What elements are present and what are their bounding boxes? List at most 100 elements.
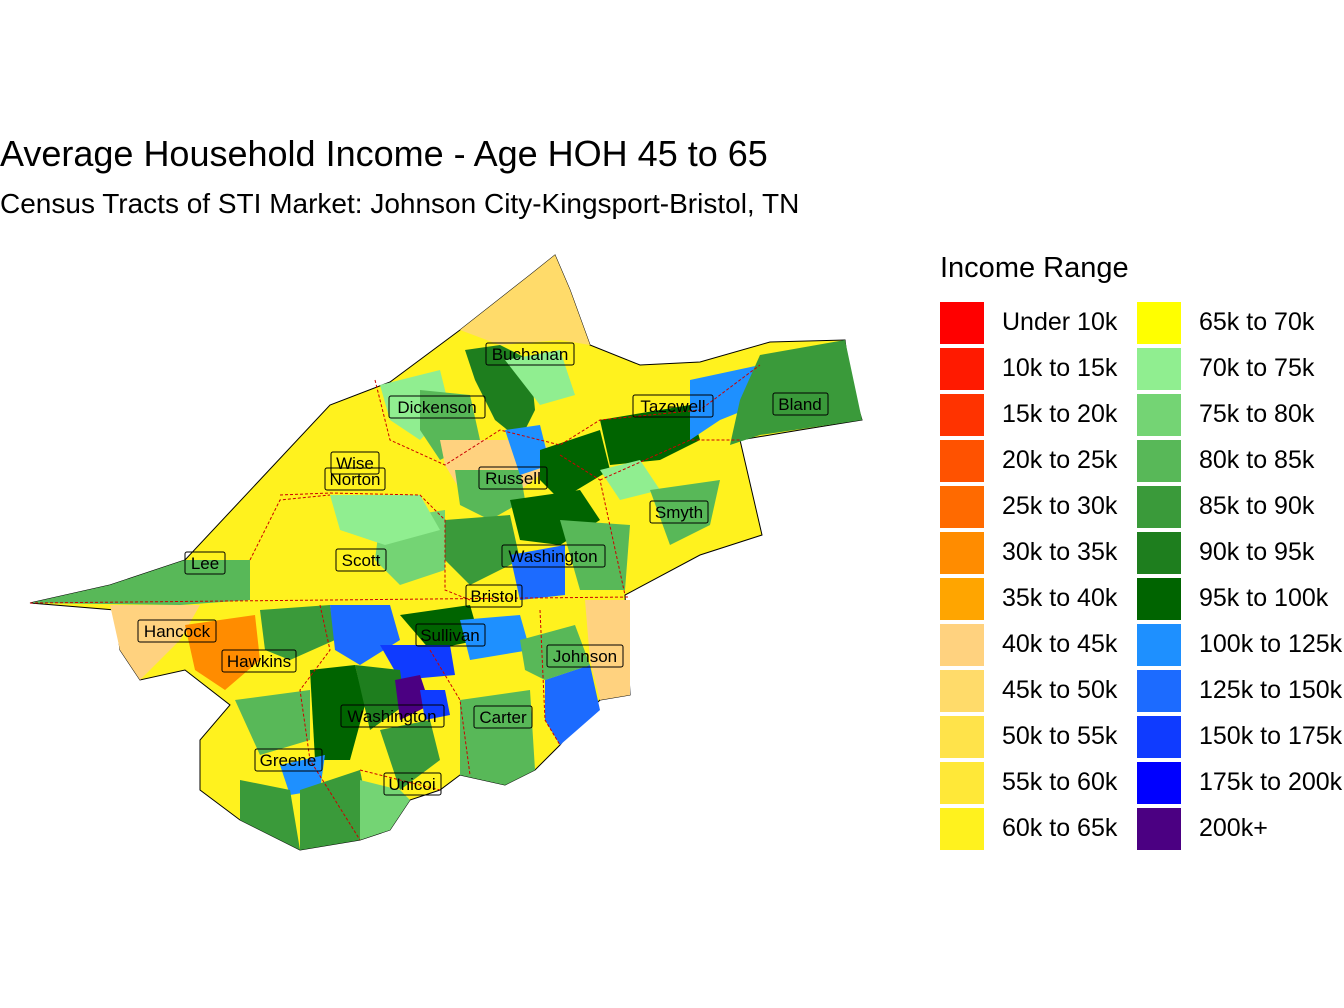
label-norton-text: Norton	[329, 470, 380, 489]
legend-label: 80k to 85k	[1199, 446, 1315, 474]
label-dickenson: Dickenson	[388, 395, 486, 419]
legend-item: 125k to 150k	[1137, 668, 1342, 714]
legend-label: 100k to 125k	[1199, 630, 1343, 658]
label-hancock-text: Hancock	[144, 622, 211, 641]
legend-swatch	[1137, 394, 1181, 436]
label-norton: Norton	[324, 467, 386, 491]
legend-label: 15k to 20k	[1002, 400, 1118, 428]
legend-label: 25k to 30k	[1002, 492, 1118, 520]
legend-swatch	[940, 762, 984, 804]
legend-item: 175k to 200k	[1137, 760, 1342, 806]
label-tazewell: Tazewell	[632, 394, 714, 418]
legend-swatch	[940, 302, 984, 344]
legend-label: 50k to 55k	[1002, 722, 1118, 750]
label-sullivan: Sullivan	[415, 623, 486, 647]
legend-item: 60k to 65k	[940, 806, 1137, 852]
label-scott: Scott	[335, 548, 387, 572]
label-carter: Carter	[473, 705, 533, 729]
legend-swatch	[940, 486, 984, 528]
legend-label: 20k to 25k	[1002, 446, 1118, 474]
label-johnson: Johnson	[546, 644, 624, 668]
label-greene-text: Greene	[260, 751, 317, 770]
legend-item: 40k to 45k	[940, 622, 1137, 668]
legend-swatch	[1137, 440, 1181, 482]
legend-label: 10k to 15k	[1002, 354, 1118, 382]
label-smyth: Smyth	[649, 500, 709, 524]
legend-label: 175k to 200k	[1199, 768, 1343, 796]
label-washington-va: Washington	[501, 544, 606, 568]
legend-label: 200k+	[1199, 814, 1268, 842]
legend-swatch	[940, 624, 984, 666]
legend-item: 100k to 125k	[1137, 622, 1342, 668]
legend-label: 30k to 35k	[1002, 538, 1118, 566]
legend: Income Range Under 10k 10k to 15k 15k to 2…	[940, 252, 1344, 862]
legend-item: 95k to 100k	[1137, 576, 1334, 622]
tract	[460, 255, 590, 345]
legend-swatch	[1137, 670, 1181, 712]
legend-item: 35k to 40k	[940, 576, 1137, 622]
legend-item: 30k to 35k	[940, 530, 1137, 576]
legend-label: 70k to 75k	[1199, 354, 1315, 382]
legend-item: 65k to 70k	[1137, 300, 1334, 346]
legend-item: 150k to 175k	[1137, 714, 1342, 760]
label-washington-tn: Washington	[340, 704, 445, 728]
legend-item: 70k to 75k	[1137, 346, 1334, 392]
legend-label: 35k to 40k	[1002, 584, 1118, 612]
label-hancock: Hancock	[137, 619, 217, 643]
legend-item: 15k to 20k	[940, 392, 1137, 438]
legend-swatch	[940, 440, 984, 482]
legend-label: 45k to 50k	[1002, 676, 1118, 704]
legend-swatch	[940, 716, 984, 758]
label-buchanan: Buchanan	[485, 342, 575, 366]
legend-swatch	[940, 532, 984, 574]
legend-label: 55k to 60k	[1002, 768, 1118, 796]
legend-swatch	[940, 578, 984, 620]
label-bristol: Bristol	[465, 584, 523, 608]
label-sullivan-text: Sullivan	[420, 626, 480, 645]
legend-swatch	[1137, 486, 1181, 528]
label-dickenson-text: Dickenson	[397, 398, 476, 417]
legend-swatch	[1137, 624, 1181, 666]
legend-label: 75k to 80k	[1199, 400, 1315, 428]
label-russell-text: Russell	[485, 469, 541, 488]
choropleth-map: Buchanan Dickenson Tazewell Bland Wise N…	[29, 254, 863, 851]
legend-swatch	[940, 670, 984, 712]
label-hawkins-text: Hawkins	[227, 652, 291, 671]
label-bland-text: Bland	[778, 395, 821, 414]
legend-label: 60k to 65k	[1002, 814, 1118, 842]
legend-swatch	[940, 808, 984, 850]
legend-title: Income Range	[940, 252, 1129, 284]
label-bland: Bland	[772, 392, 829, 416]
label-unicoi: Unicoi	[383, 772, 442, 796]
label-washington-tn-text: Washington	[347, 707, 436, 726]
legend-label: Under 10k	[1002, 308, 1118, 336]
legend-swatch	[1137, 532, 1181, 574]
legend-label: 85k to 90k	[1199, 492, 1315, 520]
legend-item: 85k to 90k	[1137, 484, 1334, 530]
legend-swatch	[1137, 348, 1181, 390]
legend-swatch	[940, 394, 984, 436]
label-tazewell-text: Tazewell	[640, 397, 705, 416]
label-bristol-text: Bristol	[470, 587, 517, 606]
legend-item: 50k to 55k	[940, 714, 1137, 760]
legend-item: Under 10k	[940, 300, 1137, 346]
legend-swatch	[1137, 808, 1181, 850]
label-hawkins: Hawkins	[221, 649, 297, 673]
label-lee: Lee	[184, 551, 226, 575]
legend-item: 90k to 95k	[1137, 530, 1334, 576]
legend-item: 200k+	[1137, 806, 1334, 852]
legend-item: 75k to 80k	[1137, 392, 1334, 438]
legend-label: 150k to 175k	[1199, 722, 1343, 750]
legend-item: 10k to 15k	[940, 346, 1137, 392]
label-smyth-text: Smyth	[655, 503, 703, 522]
label-johnson-text: Johnson	[553, 647, 617, 666]
label-unicoi-text: Unicoi	[388, 775, 435, 794]
legend-swatch	[1137, 762, 1181, 804]
legend-label: 65k to 70k	[1199, 308, 1315, 336]
tract	[460, 690, 535, 785]
legend-swatch	[1137, 716, 1181, 758]
legend-label: 125k to 150k	[1199, 676, 1343, 704]
legend-label: 40k to 45k	[1002, 630, 1118, 658]
legend-swatch	[1137, 302, 1181, 344]
label-buchanan-text: Buchanan	[492, 345, 569, 364]
